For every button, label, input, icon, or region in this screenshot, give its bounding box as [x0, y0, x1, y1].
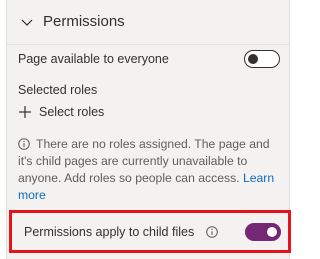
- toggle-knob: [267, 227, 277, 237]
- permissions-panel: Permissions Page available to everyone S…: [6, 0, 291, 259]
- select-roles-button[interactable]: Select roles: [18, 102, 104, 122]
- child-files-toggle[interactable]: [245, 223, 281, 241]
- plus-icon: [19, 106, 31, 118]
- no-roles-info: There are no roles assigned. The page an…: [18, 136, 282, 204]
- info-icon[interactable]: [206, 226, 218, 238]
- chevron-down-icon[interactable]: [20, 15, 34, 29]
- child-files-row-highlight: Permissions apply to child files: [9, 210, 291, 253]
- page-available-row: Page available to everyone: [18, 49, 280, 71]
- permissions-section-header[interactable]: Permissions: [7, 0, 289, 45]
- section-title: Permissions: [43, 13, 125, 30]
- toggle-knob: [248, 54, 258, 64]
- info-message-paragraph: There are no roles assigned. The page an…: [18, 136, 282, 204]
- selected-roles-label: Selected roles: [18, 83, 98, 97]
- info-message-text: There are no roles assigned. The page an…: [18, 137, 270, 185]
- info-icon: [18, 138, 30, 150]
- page-available-toggle[interactable]: [244, 50, 280, 68]
- child-files-label: Permissions apply to child files: [24, 225, 195, 239]
- page-available-label: Page available to everyone: [18, 52, 169, 66]
- select-roles-label: Select roles: [39, 105, 105, 119]
